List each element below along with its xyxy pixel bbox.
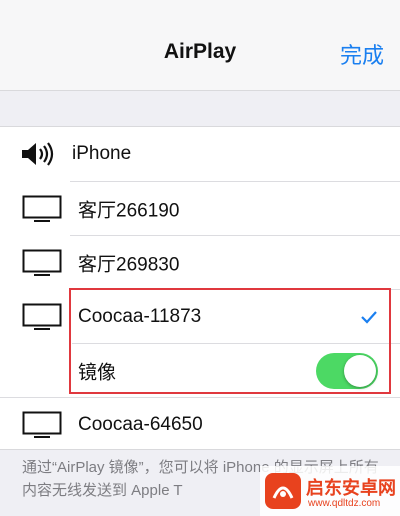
toggle-knob — [344, 355, 376, 387]
watermark-url: www.qdltdz.com — [308, 498, 381, 509]
tv-icon — [22, 303, 62, 330]
mirroring-row: 镜像 — [0, 344, 400, 398]
device-row-iphone[interactable]: iPhone — [0, 127, 400, 181]
watermark-title: 启东安卓网 — [306, 478, 396, 498]
done-button[interactable]: 完成 — [340, 38, 384, 70]
tv-icon — [22, 411, 62, 438]
device-label: iPhone — [72, 143, 132, 164]
mirroring-toggle[interactable] — [316, 353, 378, 389]
navigation-bar: AirPlay 完成 — [0, 0, 400, 91]
tv-icon — [22, 249, 62, 276]
device-label: 客厅269830 — [78, 254, 180, 276]
device-row[interactable]: 客厅266190 — [0, 182, 400, 236]
section-gap — [0, 91, 400, 125]
device-row[interactable]: Coocaa-64650 — [0, 398, 400, 452]
device-label: Coocaa-64650 — [78, 414, 203, 435]
mirroring-label: 镜像 — [78, 362, 117, 384]
device-label: Coocaa-11873 — [78, 306, 202, 327]
airplay-device-list: iPhone 客厅266190 客厅269830 Coocaa-11873 镜像 — [0, 126, 400, 450]
checkmark-icon — [361, 311, 377, 324]
speaker-icon — [22, 142, 54, 166]
device-row[interactable]: 客厅269830 — [0, 236, 400, 290]
site-watermark: 启东安卓网 www.qdltdz.com — [260, 466, 400, 516]
watermark-logo-icon — [265, 473, 301, 509]
device-label: 客厅266190 — [78, 200, 180, 222]
tv-icon — [22, 195, 62, 222]
device-row-selected[interactable]: Coocaa-11873 — [0, 290, 400, 344]
